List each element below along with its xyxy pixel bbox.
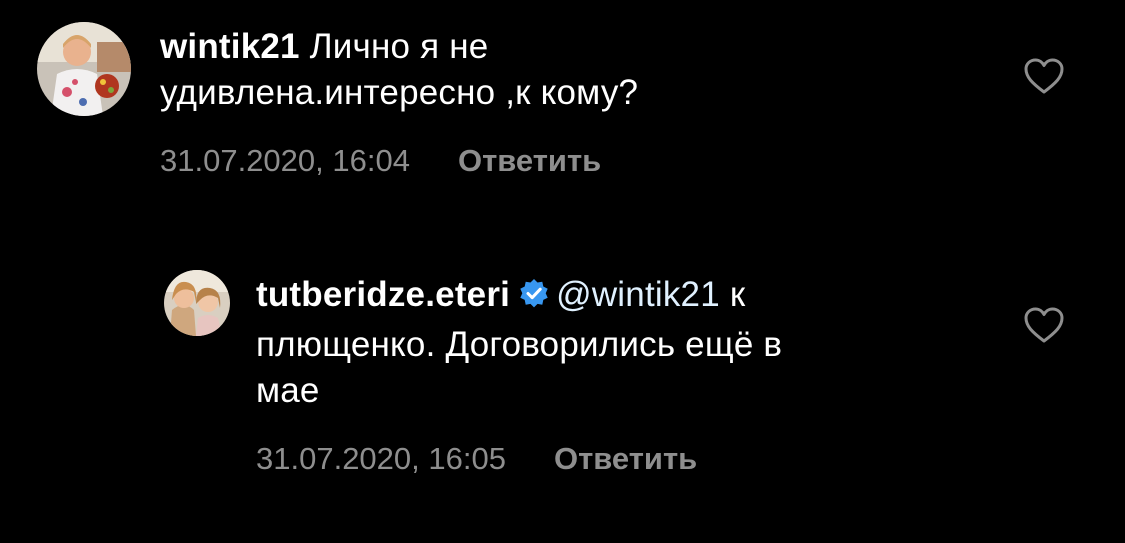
timestamp: 31.07.2020, 16:04 bbox=[160, 143, 410, 178]
mention-link[interactable]: @wintik21 bbox=[556, 275, 720, 314]
comment-text-line1: к bbox=[729, 275, 746, 314]
comment-text-line2: плющенко. Договорились ещё в bbox=[256, 325, 783, 364]
username[interactable]: wintik21 bbox=[160, 27, 300, 66]
avatar[interactable] bbox=[37, 22, 131, 116]
heart-outline-icon bbox=[1024, 58, 1064, 94]
comment-meta: 31.07.2020, 16:04 Ответить bbox=[160, 141, 601, 181]
reply-button[interactable]: Ответить bbox=[554, 441, 697, 476]
comment-body: wintik21 Лично я не удивлена.интересно ,… bbox=[160, 24, 1020, 116]
comment-text-line3: мае bbox=[256, 371, 320, 410]
comment-text-line1: Лично я не bbox=[309, 27, 489, 66]
like-button[interactable] bbox=[1022, 56, 1066, 96]
reply-button[interactable]: Ответить bbox=[458, 143, 601, 178]
user-photo-avatar bbox=[37, 22, 131, 116]
username[interactable]: tutberidze.eteri bbox=[256, 275, 510, 314]
user-photo-avatar bbox=[164, 270, 230, 336]
avatar[interactable] bbox=[164, 270, 230, 336]
verified-badge-icon bbox=[518, 276, 550, 322]
comment-text-line2: удивлена.интересно ,к кому? bbox=[160, 73, 639, 112]
timestamp: 31.07.2020, 16:05 bbox=[256, 441, 506, 476]
comment-meta: 31.07.2020, 16:05 Ответить bbox=[256, 439, 697, 479]
heart-outline-icon bbox=[1024, 307, 1064, 343]
comment-body: tutberidze.eteri @wintik21 к плющенко. До… bbox=[256, 272, 1016, 414]
like-button[interactable] bbox=[1022, 305, 1066, 345]
